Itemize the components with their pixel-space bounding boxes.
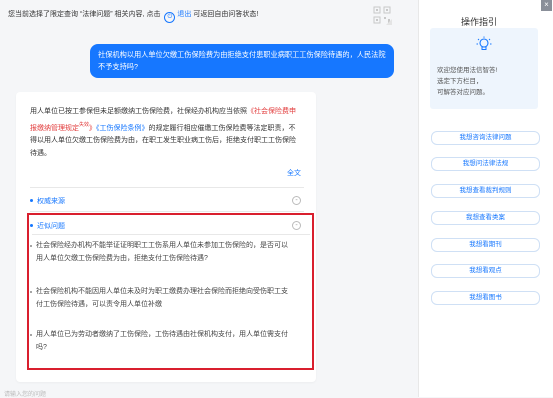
legal-question-button[interactable]: 我想咨询法律问题 (431, 131, 540, 145)
collapse-icon[interactable]: - (292, 221, 301, 230)
qr-code-icon[interactable] (372, 5, 392, 25)
answer-text-part: 用人单位已按工参保但未足额缴纳工伤保险费，社保经办机构应当依照 (30, 108, 247, 115)
regulation-link-2[interactable]: 《工伤保险条例》 (96, 125, 149, 132)
full-text-link[interactable]: 全文 (287, 168, 301, 178)
journals-button[interactable]: 我想看期刊 (431, 238, 540, 252)
answer-text: 用人单位已按工参保但未足额缴纳工伤保险费，社保经办机构应当依照《社会保险费申报缴… (30, 106, 300, 160)
guide-card: 欢迎您使用法信智答! 选定下方栏目， 可解答对应问题。 (430, 28, 538, 109)
related-question-item[interactable]: 社会保险机构不能因用人单位未及时为职工缴费办理社会保险而拒绝向受伤职工支付工伤保… (30, 286, 294, 311)
notice-prefix: 您当前选择了限定查询 “法律问题” 相关内容, 点击 (8, 11, 161, 18)
bullet-icon (30, 291, 32, 293)
guide-line: 可解答对应问题。 (437, 89, 489, 96)
judgment-rules-button[interactable]: 我想查看裁判规则 (431, 184, 540, 198)
answer-text-bracket: 》 (89, 124, 97, 132)
related-question-item[interactable]: 社会保险经办机构不能举证证明职工工伤系用人单位未参加工伤保险的，是否可以用人单位… (30, 240, 294, 265)
guide-sidebar: 操作指引 × 欢迎您使用法信智答! 选定下方栏目， 可解答对应问题。 我想咨询法… (418, 0, 553, 397)
bullet-icon (30, 245, 32, 247)
related-question-item[interactable]: 用人单位已为劳动者缴纳了工伤保险，工伤待遇由社保机构支付，用人单位需支付吗? (30, 329, 294, 354)
chat-panel: 您当前选择了限定查询 “法律问题” 相关内容, 点击 ⏻ 退出 可返回自由问答状态… (0, 0, 418, 398)
user-message-bubble: 社保机构以用人单位欠缴工伤保险费为由拒绝支付患职业病职工工伤保险待遇的，人民法院… (90, 44, 394, 78)
divider (32, 234, 310, 235)
query-mode-notice: 您当前选择了限定查询 “法律问题” 相关内容, 点击 ⏻ 退出 可返回自由问答状态… (8, 9, 258, 23)
expired-mark: 失效 (79, 121, 90, 128)
bullet-icon (30, 334, 32, 336)
exit-icon[interactable]: ⏻ (164, 12, 176, 23)
similar-cases-button[interactable]: 我想查看类案 (431, 211, 540, 225)
related-questions-label: 近似问题 (37, 223, 65, 230)
books-button[interactable]: 我想看图书 (431, 291, 540, 305)
guide-text: 欢迎您使用法信智答! 选定下方栏目， 可解答对应问题。 (437, 65, 533, 98)
answer-card: 用人单位已按工参保但未足额缴纳工伤保险费，社保经办机构应当依照《社会保险费申报缴… (16, 92, 316, 382)
divider (30, 211, 304, 212)
related-question-text: 社会保险机构不能因用人单位未及时为职工缴费办理社会保险而拒绝向受伤职工支付工伤保… (36, 288, 288, 308)
bullet-dot-icon (30, 224, 33, 227)
sidebar-title: 操作指引 (460, 17, 497, 27)
expand-icon[interactable]: - (292, 196, 301, 205)
notice-suffix: 可返回自由问答状态! (193, 11, 259, 18)
exit-link[interactable]: 退出 (177, 11, 191, 18)
lightbulb-icon (476, 36, 492, 50)
related-questions-toggle[interactable]: 近似问题 (30, 221, 65, 231)
bullet-dot-icon (30, 199, 33, 202)
guide-line: 欢迎您使用法信智答! (437, 67, 498, 74)
authority-source-label: 权威来源 (37, 198, 65, 205)
laws-regulations-button[interactable]: 我想问法律法规 (431, 157, 540, 171)
related-question-text: 用人单位已为劳动者缴纳了工伤保险，工伤待遇由社保机构支付，用人单位需支付吗? (36, 331, 288, 351)
authority-source-toggle[interactable]: 权威来源 (30, 196, 65, 206)
guide-line: 选定下方栏目， (437, 78, 483, 85)
viewpoints-button[interactable]: 我想看观点 (431, 264, 540, 278)
close-icon[interactable]: × (541, 0, 552, 11)
related-question-text: 社会保险经办机构不能举证证明职工工伤系用人单位未参加工伤保险的，是否可以用人单位… (36, 242, 288, 262)
divider (30, 187, 304, 188)
